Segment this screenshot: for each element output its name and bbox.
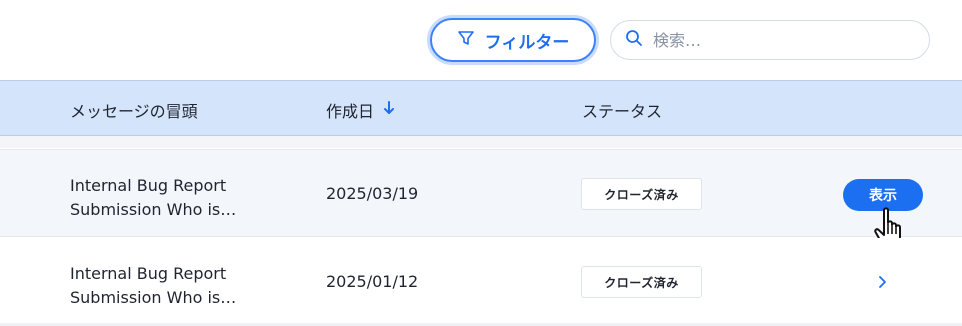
search-icon: [625, 29, 643, 51]
filter-button[interactable]: フィルター: [430, 18, 596, 62]
search-box[interactable]: [610, 20, 930, 60]
arrow-down-icon[interactable]: [382, 100, 396, 120]
message-preview-cell: Internal Bug Report Submission Who is…: [70, 174, 280, 222]
header-spacer: [0, 136, 962, 148]
created-date-cell: 2025/03/19: [326, 184, 419, 203]
column-header-created-label: 作成日: [326, 102, 375, 121]
table-row[interactable]: Internal Bug Report Submission Who is… 2…: [0, 238, 962, 326]
column-header-message[interactable]: メッセージの冒頭: [70, 98, 198, 122]
status-badge: クローズ済み: [581, 266, 702, 298]
message-preview-line: Submission Who is…: [70, 288, 237, 307]
message-preview-cell: Internal Bug Report Submission Who is…: [70, 262, 280, 310]
message-preview-line: Submission Who is…: [70, 200, 237, 219]
chevron-right-icon[interactable]: [874, 274, 890, 290]
message-preview-line: Internal Bug Report: [70, 176, 227, 195]
created-date-cell: 2025/01/12: [326, 272, 419, 291]
table-row[interactable]: Internal Bug Report Submission Who is… 2…: [0, 149, 962, 248]
toolbar: フィルター: [0, 0, 962, 80]
filter-button-label: フィルター: [484, 32, 570, 53]
table-header: メッセージの冒頭 作成日 ステータス: [0, 80, 962, 136]
funnel-icon: [457, 29, 475, 52]
column-header-status[interactable]: ステータス: [582, 98, 662, 122]
message-preview-line: Internal Bug Report: [70, 264, 227, 283]
column-header-created[interactable]: 作成日: [326, 98, 396, 122]
search-input[interactable]: [653, 30, 913, 50]
status-badge: クローズ済み: [581, 178, 702, 210]
